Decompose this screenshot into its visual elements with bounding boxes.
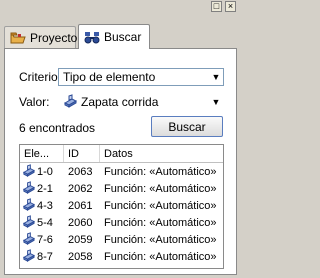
buscar-button[interactable]: Buscar bbox=[151, 116, 223, 137]
row-datos: Función: «Automático» bbox=[104, 233, 217, 246]
row-element: 1-0 bbox=[37, 165, 53, 178]
footing-icon bbox=[22, 214, 36, 231]
row-datos: Función: «Automático» bbox=[104, 182, 217, 195]
tab-bar: Proyecto Buscar bbox=[4, 24, 241, 49]
results-list[interactable]: Ele... ID Datos 1-0 2063 Función: «Autom… bbox=[19, 144, 224, 269]
tab-proyecto-label: Proyecto bbox=[30, 30, 78, 45]
footing-icon bbox=[22, 248, 36, 265]
close-button[interactable]: × bbox=[225, 1, 236, 12]
column-header-datos[interactable]: Datos bbox=[100, 145, 223, 162]
list-header: Ele... ID Datos bbox=[20, 145, 223, 163]
row-datos: Función: «Automático» bbox=[104, 199, 217, 212]
tab-buscar-label: Buscar bbox=[104, 30, 142, 44]
row-element: 8-7 bbox=[37, 250, 53, 263]
valor-label: Valor: bbox=[19, 95, 50, 109]
footing-icon bbox=[22, 231, 36, 248]
row-id: 2060 bbox=[68, 216, 93, 229]
tab-buscar[interactable]: Buscar bbox=[78, 24, 150, 49]
row-element: 5-4 bbox=[37, 216, 53, 229]
row-element: 7-6 bbox=[37, 233, 53, 246]
list-item[interactable]: 5-4 2060 Función: «Automático» bbox=[20, 214, 223, 231]
row-id: 2061 bbox=[68, 199, 93, 212]
footing-icon bbox=[63, 93, 78, 111]
row-id: 2058 bbox=[68, 250, 93, 263]
row-element: 2-1 bbox=[37, 182, 53, 195]
chevron-down-icon[interactable]: ▼ bbox=[209, 97, 223, 107]
criterio-value: Tipo de elemento bbox=[63, 70, 156, 84]
list-item[interactable]: 4-3 2061 Función: «Automático» bbox=[20, 197, 223, 214]
tab-proyecto[interactable]: Proyecto bbox=[4, 26, 78, 48]
panel-titlebar: □ × bbox=[0, 0, 241, 14]
column-header-id[interactable]: ID bbox=[64, 145, 100, 162]
folder-icon bbox=[10, 31, 26, 45]
row-id: 2059 bbox=[68, 233, 93, 246]
list-item[interactable]: 1-0 2063 Función: «Automático» bbox=[20, 163, 223, 180]
search-panel: Criterio: Tipo de elemento ▼ Valor: Zapa… bbox=[4, 48, 237, 275]
row-id: 2062 bbox=[68, 182, 93, 195]
list-item[interactable]: 7-6 2059 Función: «Automático» bbox=[20, 231, 223, 248]
row-datos: Función: «Automático» bbox=[104, 216, 217, 229]
footing-icon bbox=[22, 180, 36, 197]
results-count: 6 encontrados bbox=[19, 121, 96, 135]
list-item[interactable]: 8-7 2058 Función: «Automático» bbox=[20, 248, 223, 265]
row-id: 2063 bbox=[68, 165, 93, 178]
pin-button[interactable]: □ bbox=[211, 1, 222, 12]
footing-icon bbox=[22, 163, 36, 180]
row-datos: Función: «Automático» bbox=[104, 165, 217, 178]
binoculars-icon bbox=[84, 30, 100, 44]
list-item[interactable]: 2-1 2062 Función: «Automático» bbox=[20, 180, 223, 197]
list-body: 1-0 2063 Función: «Automático» 2-1 2062 … bbox=[20, 163, 223, 265]
valor-value: Zapata corrida bbox=[81, 95, 159, 109]
column-header-element[interactable]: Ele... bbox=[20, 145, 64, 162]
valor-select[interactable]: Zapata corrida ▼ bbox=[58, 93, 224, 111]
row-datos: Función: «Automático» bbox=[104, 250, 217, 263]
criterio-select[interactable]: Tipo de elemento ▼ bbox=[58, 68, 224, 86]
footing-icon bbox=[22, 197, 36, 214]
row-element: 4-3 bbox=[37, 199, 53, 212]
criterio-label: Criterio: bbox=[19, 70, 62, 84]
chevron-down-icon[interactable]: ▼ bbox=[209, 72, 223, 82]
